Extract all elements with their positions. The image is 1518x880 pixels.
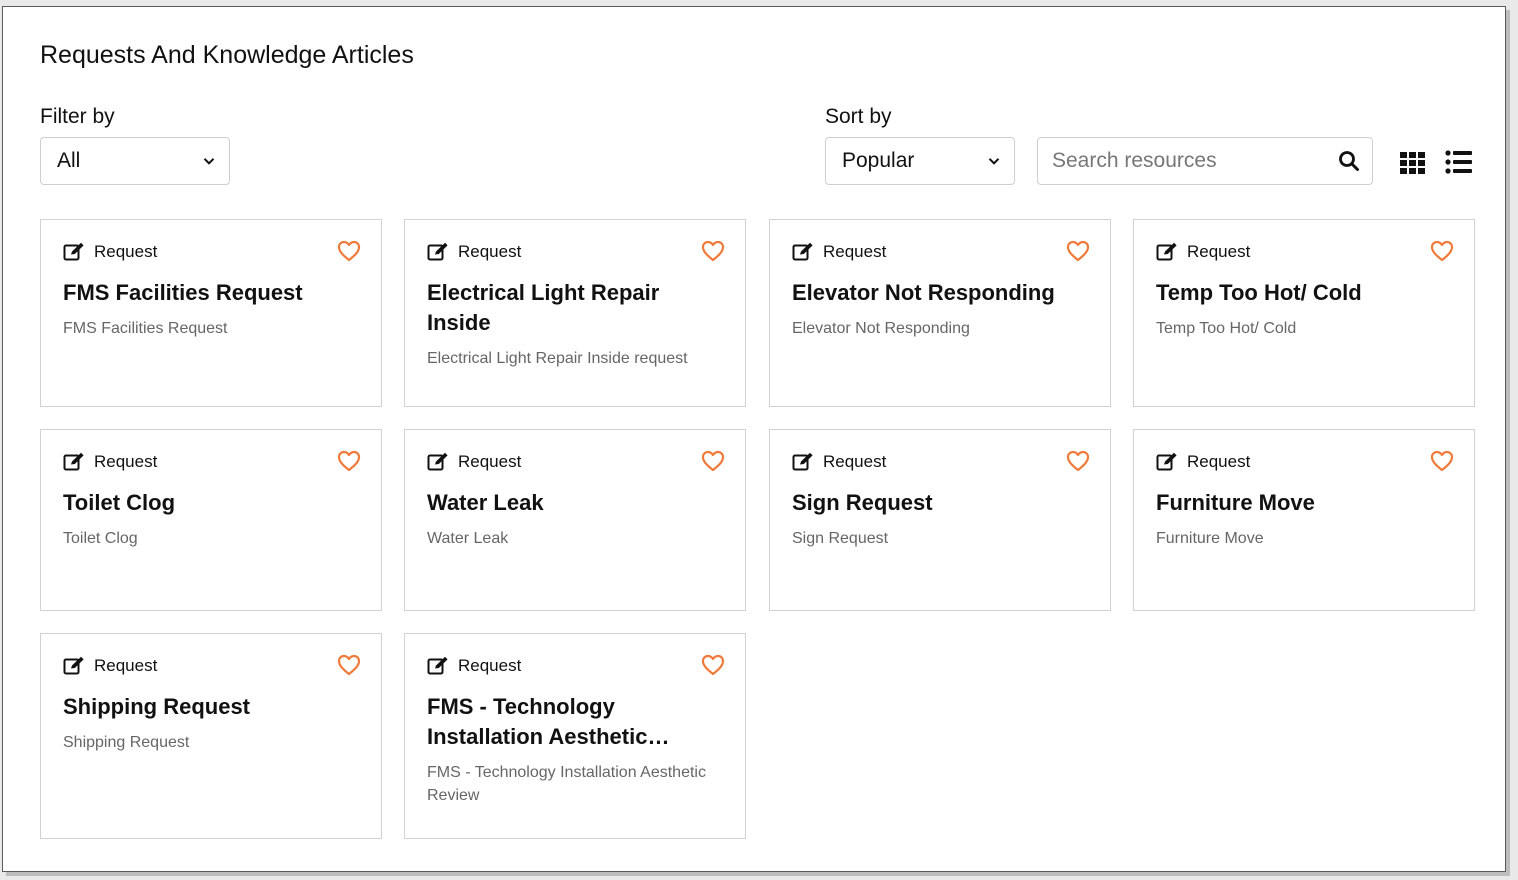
request-card[interactable]: Request FMS - Technology Installation Ae… (404, 633, 746, 839)
card-type: Request (792, 242, 886, 262)
card-title: FMS Facilities Request (63, 280, 303, 305)
card-description: Sign Request (792, 530, 889, 547)
card-title: Elevator Not Responding (792, 280, 1055, 305)
edit-icon (427, 656, 448, 675)
filter-select[interactable]: All (40, 137, 230, 185)
card-type-label: Request (458, 452, 522, 471)
list-view-icon[interactable] (1445, 149, 1473, 175)
search-button[interactable] (1338, 150, 1360, 172)
request-card[interactable]: Request Water Leak Water Leak (404, 429, 746, 611)
card-type: Request (427, 452, 521, 472)
card-type: Request (427, 242, 521, 262)
heart-icon[interactable] (1066, 450, 1090, 472)
chevron-down-icon (203, 158, 215, 165)
heart-icon[interactable] (1430, 450, 1454, 472)
card-description: Furniture Move (1156, 530, 1264, 547)
request-card[interactable]: Request Elevator Not Responding Elevator… (769, 219, 1111, 407)
request-card[interactable]: Request Temp Too Hot/ Cold Temp Too Hot/… (1133, 219, 1475, 407)
filter-selected-value: All (57, 149, 81, 172)
card-type: Request (63, 656, 157, 676)
search-input[interactable] (1050, 148, 1338, 174)
card-description: Electrical Light Repair Inside request (427, 350, 688, 367)
heart-icon[interactable] (701, 654, 725, 676)
card-type-label: Request (1187, 452, 1251, 471)
edit-icon (792, 452, 813, 471)
edit-icon (1156, 242, 1177, 261)
card-title: Toilet Clog (63, 490, 176, 515)
request-card[interactable]: Request Sign Request Sign Request (769, 429, 1111, 611)
request-card[interactable]: Request Toilet Clog Toilet Clog (40, 429, 382, 611)
card-title: Electrical Light Repair Inside (427, 280, 660, 335)
search-icon (1339, 151, 1359, 171)
request-card[interactable]: Request Furniture Move Furniture Move (1133, 429, 1475, 611)
request-card[interactable]: Request FMS Facilities Request FMS Facil… (40, 219, 382, 407)
edit-icon (63, 452, 84, 471)
heart-icon[interactable] (1066, 240, 1090, 262)
card-title: Sign Request (792, 490, 933, 515)
search-box (1037, 137, 1373, 185)
edit-icon (427, 242, 448, 261)
card-type-label: Request (94, 242, 158, 261)
card-type-label: Request (458, 242, 522, 261)
card-type: Request (1156, 242, 1250, 262)
card-type: Request (427, 656, 521, 676)
heart-icon[interactable] (1430, 240, 1454, 262)
card-title: Furniture Move (1156, 490, 1315, 515)
heart-icon[interactable] (337, 240, 361, 262)
card-description: FMS Facilities Request (63, 320, 228, 337)
card-description: Toilet Clog (63, 530, 138, 547)
filter-label: Filter by (40, 105, 115, 128)
heart-icon[interactable] (701, 450, 725, 472)
edit-icon (1156, 452, 1177, 471)
card-type: Request (1156, 452, 1250, 472)
edit-icon (792, 242, 813, 261)
card-type-label: Request (94, 656, 158, 675)
sort-label: Sort by (825, 105, 892, 128)
heart-icon[interactable] (337, 654, 361, 676)
card-description: Shipping Request (63, 734, 190, 751)
sort-selected-value: Popular (842, 149, 915, 172)
card-type-label: Request (1187, 242, 1251, 261)
edit-icon (427, 452, 448, 471)
grid-view-icon[interactable] (1399, 149, 1425, 175)
page-title: Requests And Knowledge Articles (40, 41, 414, 69)
card-description: Water Leak (427, 530, 509, 547)
heart-icon[interactable] (337, 450, 361, 472)
chevron-down-icon (988, 158, 1000, 165)
card-title: Temp Too Hot/ Cold (1156, 280, 1362, 305)
card-type: Request (63, 452, 157, 472)
main-panel: Requests And Knowledge Articles Filter b… (2, 6, 1506, 872)
heart-icon[interactable] (701, 240, 725, 262)
request-card[interactable]: Request Shipping Request Shipping Reques… (40, 633, 382, 839)
edit-icon (63, 242, 84, 261)
card-description: Temp Too Hot/ Cold (1156, 320, 1297, 337)
card-type: Request (792, 452, 886, 472)
card-type-label: Request (458, 656, 522, 675)
card-title: Water Leak (427, 490, 544, 515)
request-card[interactable]: Request Electrical Light Repair Inside E… (404, 219, 746, 407)
edit-icon (63, 656, 84, 675)
card-type-label: Request (823, 452, 887, 471)
card-type-label: Request (94, 452, 158, 471)
card-type-label: Request (823, 242, 887, 261)
card-title: FMS - Technology Installation Aesthetic… (427, 694, 670, 749)
card-type: Request (63, 242, 157, 262)
card-description: Elevator Not Responding (792, 320, 970, 337)
sort-select[interactable]: Popular (825, 137, 1015, 185)
card-title: Shipping Request (63, 694, 250, 719)
card-description: FMS - Technology Installation Aesthetic … (427, 764, 706, 804)
